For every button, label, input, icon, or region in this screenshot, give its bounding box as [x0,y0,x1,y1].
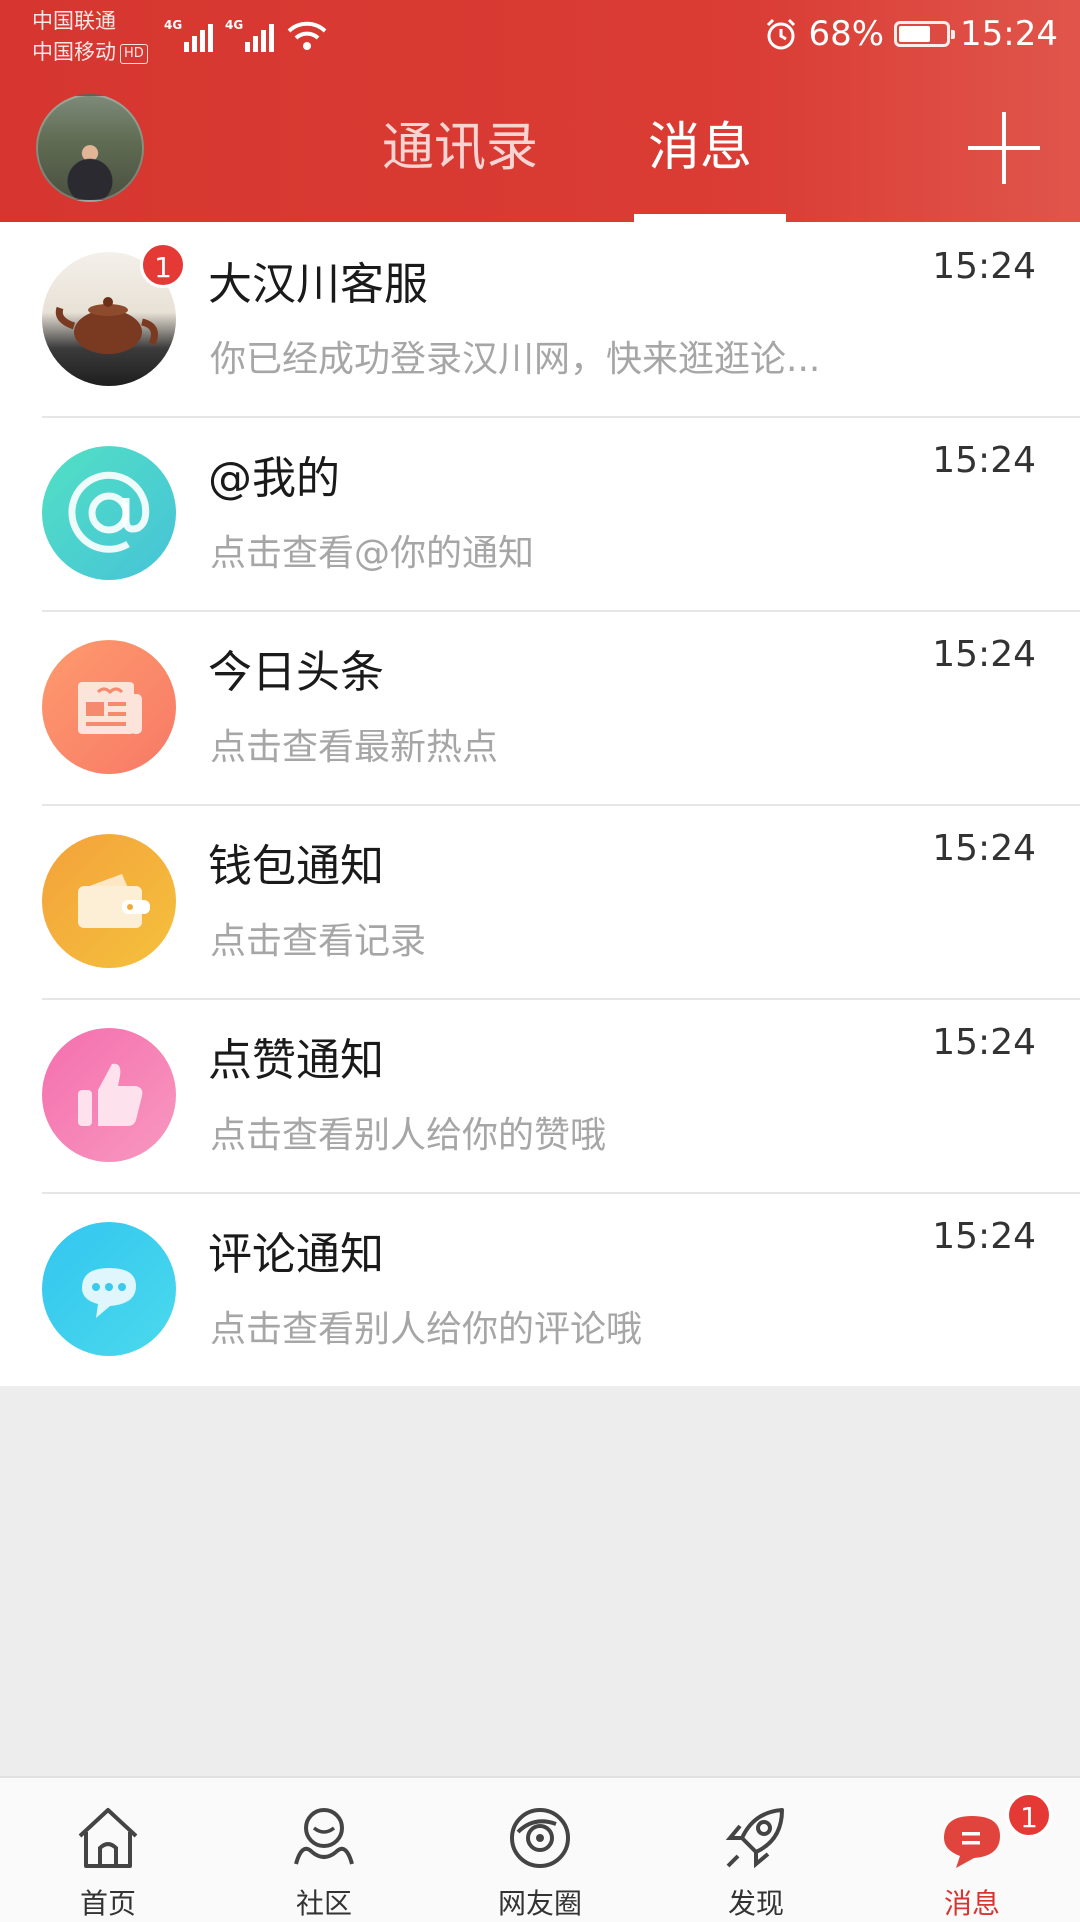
nav-community-label: 社区 [295,1887,352,1920]
nav-community[interactable]: 社区 [216,1778,432,1922]
battery-percent: 68% [808,14,885,54]
wifi-icon [287,21,327,50]
nav-discover-label: 发现 [727,1887,784,1920]
add-button[interactable] [968,112,1040,184]
message-title: 今日头条 [208,647,384,698]
signal-1-label: 4G [164,18,183,32]
my-avatar[interactable] [36,94,144,202]
top-tabs: 通讯录 消息 [340,108,820,222]
battery-icon [894,21,956,47]
signal-2-label: 4G [225,18,244,32]
carrier-2-label: 中国移动 [32,40,116,64]
nav-messages[interactable]: 1 消息 [864,1778,1080,1922]
message-title: 钱包通知 [208,841,384,892]
comment-icon [42,1222,176,1356]
status-bar-right: 68% 15:24 [764,14,1058,54]
alarm-icon [767,18,796,50]
message-time: 15:24 [932,634,1036,675]
home-icon [78,1808,138,1868]
planet-icon [510,1808,570,1868]
wallet-icon [42,834,176,968]
nav-messages-label: 消息 [943,1887,1000,1920]
message-time: 15:24 [932,828,1036,869]
nav-home[interactable]: 首页 [0,1778,216,1922]
message-item-comments[interactable]: 评论通知 点击查看别人给你的评论哦 15:24 [0,1192,1080,1386]
message-time: 15:24 [932,1022,1036,1063]
nav-friends-circle-label: 网友圈 [497,1887,582,1920]
signal-indicators: 4G 4G [164,18,328,52]
bottom-nav: 首页 社区 网友圈 发现 1 消息 [0,1776,1080,1922]
message-title: @我的 [208,453,340,504]
message-item-likes[interactable]: 点赞通知 点击查看别人给你的赞哦 15:24 [0,998,1080,1192]
tab-messages[interactable]: 消息 [580,108,820,222]
hd-badge: HD [120,44,148,64]
message-preview: 点击查看别人给你的赞哦 [210,1115,607,1156]
message-time: 15:24 [932,440,1036,481]
nav-messages-badge: 1 [1006,1792,1052,1838]
message-preview: 你已经成功登录汉川网，快来逛逛论... [210,339,821,380]
message-item-wallet[interactable]: 钱包通知 点击查看记录 15:24 [0,804,1080,998]
tab-contacts[interactable]: 通讯录 [340,108,580,188]
message-preview: 点击查看记录 [210,921,427,962]
message-preview: 点击查看最新热点 [210,727,499,768]
at-icon [42,446,176,580]
app-header: 中国联通 中国移动 HD 4G 4G 68% 15:24 通讯录 消息 [0,0,1080,222]
nav-discover[interactable]: 发现 [648,1778,864,1922]
nav-home-label: 首页 [79,1887,136,1920]
message-list: 1 大汉川客服 你已经成功登录汉川网，快来逛逛论... 15:24 @我的 点击… [0,222,1080,1386]
newspaper-icon [42,640,176,774]
rocket-icon [725,1808,784,1869]
message-icon [944,1816,1000,1868]
thumbs-up-icon [42,1028,176,1162]
message-title: 点赞通知 [208,1035,384,1086]
message-preview: 点击查看别人给你的评论哦 [210,1309,643,1350]
message-item-headlines[interactable]: 今日头条 点击查看最新热点 15:24 [0,610,1080,804]
message-title: 大汉川客服 [208,259,428,310]
status-time: 15:24 [960,14,1058,54]
nav-friends-circle[interactable]: 网友圈 [432,1778,648,1922]
signal-2-icon: 4G [225,18,274,52]
teapot-avatar: 1 [42,242,186,386]
community-icon [294,1808,354,1865]
message-time: 15:24 [932,1216,1036,1257]
message-item-customer-service[interactable]: 1 大汉川客服 你已经成功登录汉川网，快来逛逛论... 15:24 [0,222,1080,416]
unread-badge: 1 [140,242,186,288]
message-title: 评论通知 [208,1229,384,1280]
message-item-mentions[interactable]: @我的 点击查看@你的通知 15:24 [0,416,1080,610]
signal-1-icon: 4G [164,18,213,52]
message-time: 15:24 [932,246,1036,287]
message-preview: 点击查看@你的通知 [210,533,535,574]
